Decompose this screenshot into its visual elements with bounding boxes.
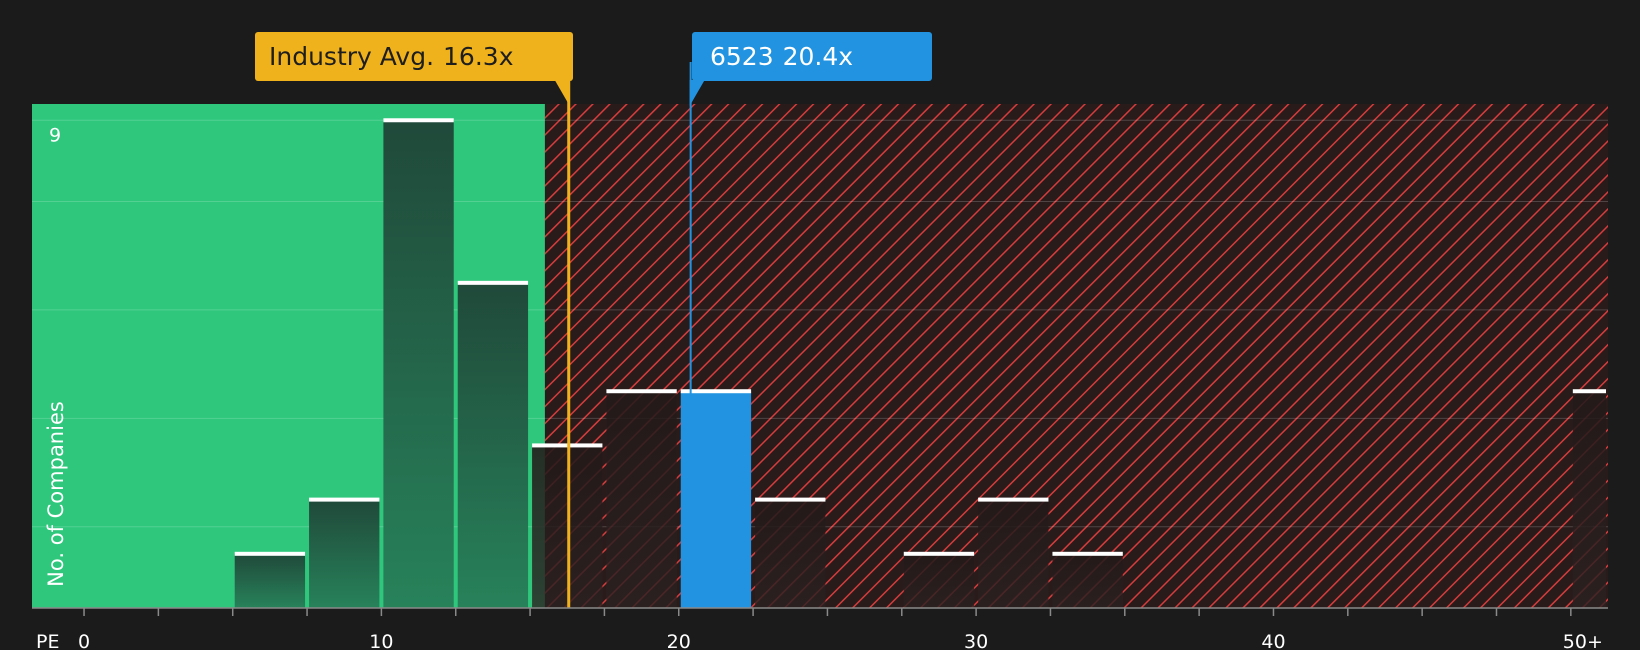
x-tick-label: 40	[1261, 631, 1285, 650]
bar-cap	[1572, 389, 1606, 394]
company-callout-pointer	[689, 80, 705, 106]
bar-cap	[755, 497, 826, 502]
x-tick-label: 50+	[1563, 631, 1603, 650]
histogram-bar	[978, 499, 1049, 608]
x-tick-label: 30	[964, 631, 988, 650]
histogram-bar	[606, 391, 677, 608]
bar-cap	[978, 497, 1049, 502]
bar-cap	[309, 497, 380, 502]
industry-average-value: 16.3x	[443, 42, 514, 71]
bar-cap	[903, 551, 975, 556]
histogram-bar	[309, 499, 380, 608]
industry-callout-pointer	[554, 80, 570, 106]
x-tick-label: 0	[78, 631, 90, 650]
histogram-bar	[383, 120, 454, 609]
company-pe-callout: 6523 20.4x	[692, 32, 932, 81]
histogram-bar	[1572, 391, 1606, 608]
pe-histogram-chart: 9 0 10 20 30 40 50+ No. of Companies PE	[32, 62, 1609, 650]
company-ticker: 6523	[710, 42, 774, 71]
company-pe-value: 20.4x	[782, 42, 854, 71]
x-tick-label: 10	[369, 631, 393, 650]
industry-average-callout: Industry Avg. 16.3x	[255, 32, 573, 81]
histogram-bar	[755, 499, 826, 608]
histogram-bar	[457, 282, 529, 608]
industry-average-label: Industry Avg.	[269, 42, 435, 71]
bar-cap	[234, 551, 306, 556]
y-tick-label: 9	[49, 124, 61, 146]
x-tick-label: 20	[667, 631, 691, 650]
histogram-bar	[234, 553, 306, 608]
y-axis-label: No. of Companies	[44, 401, 68, 587]
bar-cap	[383, 118, 454, 123]
x-axis-label: PE	[36, 631, 59, 650]
histogram-bar	[1052, 553, 1123, 608]
bar-cap	[606, 389, 677, 394]
bar-cap	[457, 280, 529, 285]
bar-cap	[1052, 551, 1123, 556]
histogram-bar	[903, 553, 975, 608]
